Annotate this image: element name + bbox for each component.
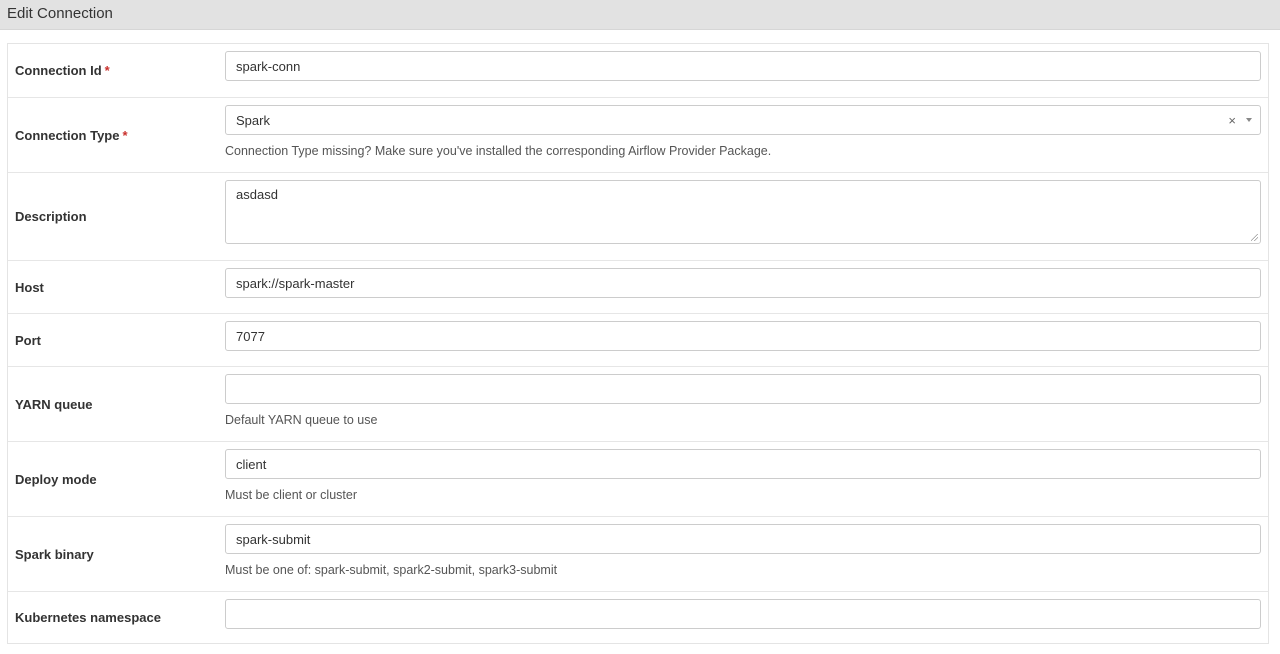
- spark-binary-input[interactable]: spark-submit: [225, 524, 1261, 554]
- connection-id-input[interactable]: spark-conn: [225, 51, 1261, 81]
- deploy-mode-label: Deploy mode: [15, 471, 97, 487]
- spark-binary-label: Spark binary: [15, 546, 94, 562]
- connection-id-label: Connection Id *: [15, 63, 110, 78]
- row-host: Host spark://spark-master: [8, 260, 1268, 313]
- port-input[interactable]: 7077: [225, 321, 1261, 351]
- row-deploy-mode: Deploy mode client Must be client or clu…: [8, 441, 1268, 516]
- connection-type-label: Connection Type *: [15, 127, 128, 143]
- kubernetes-namespace-input[interactable]: [225, 599, 1261, 629]
- row-kubernetes-namespace: Kubernetes namespace: [8, 591, 1268, 643]
- row-port: Port 7077: [8, 313, 1268, 366]
- deploy-mode-input[interactable]: client: [225, 449, 1261, 479]
- row-connection-id: Connection Id * spark-conn: [8, 44, 1268, 97]
- chevron-down-icon[interactable]: [1246, 118, 1252, 122]
- row-yarn-queue: YARN queue Default YARN queue to use: [8, 366, 1268, 441]
- host-label: Host: [15, 279, 44, 295]
- connection-form: Connection Id * spark-conn Connection Typ…: [7, 43, 1269, 644]
- required-marker: *: [104, 63, 110, 78]
- connection-type-help: Connection Type missing? Make sure you'v…: [225, 144, 772, 158]
- row-spark-binary: Spark binary spark-submit Must be one of…: [8, 516, 1268, 591]
- yarn-queue-help: Default YARN queue to use: [225, 413, 378, 427]
- connection-type-value: Spark: [236, 112, 270, 128]
- port-label: Port: [15, 332, 41, 348]
- description-textarea[interactable]: asdasd: [225, 180, 1261, 244]
- row-connection-type: Connection Type * Spark × Connection Type…: [8, 97, 1268, 172]
- row-description: Description asdasd: [8, 172, 1268, 260]
- connection-type-select[interactable]: Spark ×: [225, 105, 1261, 135]
- yarn-queue-input[interactable]: [225, 374, 1261, 404]
- description-label: Description: [15, 209, 87, 224]
- panel-heading: Edit Connection: [0, 0, 1280, 30]
- required-marker: *: [122, 127, 128, 143]
- clear-icon[interactable]: ×: [1228, 113, 1236, 128]
- page-title: Edit Connection: [7, 5, 113, 22]
- spark-binary-help: Must be one of: spark-submit, spark2-sub…: [225, 563, 558, 577]
- kubernetes-namespace-label: Kubernetes namespace: [15, 610, 161, 625]
- resize-handle-icon[interactable]: [1251, 234, 1258, 241]
- deploy-mode-help: Must be client or cluster: [225, 488, 357, 502]
- yarn-queue-label: YARN queue: [15, 396, 93, 412]
- host-input[interactable]: spark://spark-master: [225, 268, 1261, 298]
